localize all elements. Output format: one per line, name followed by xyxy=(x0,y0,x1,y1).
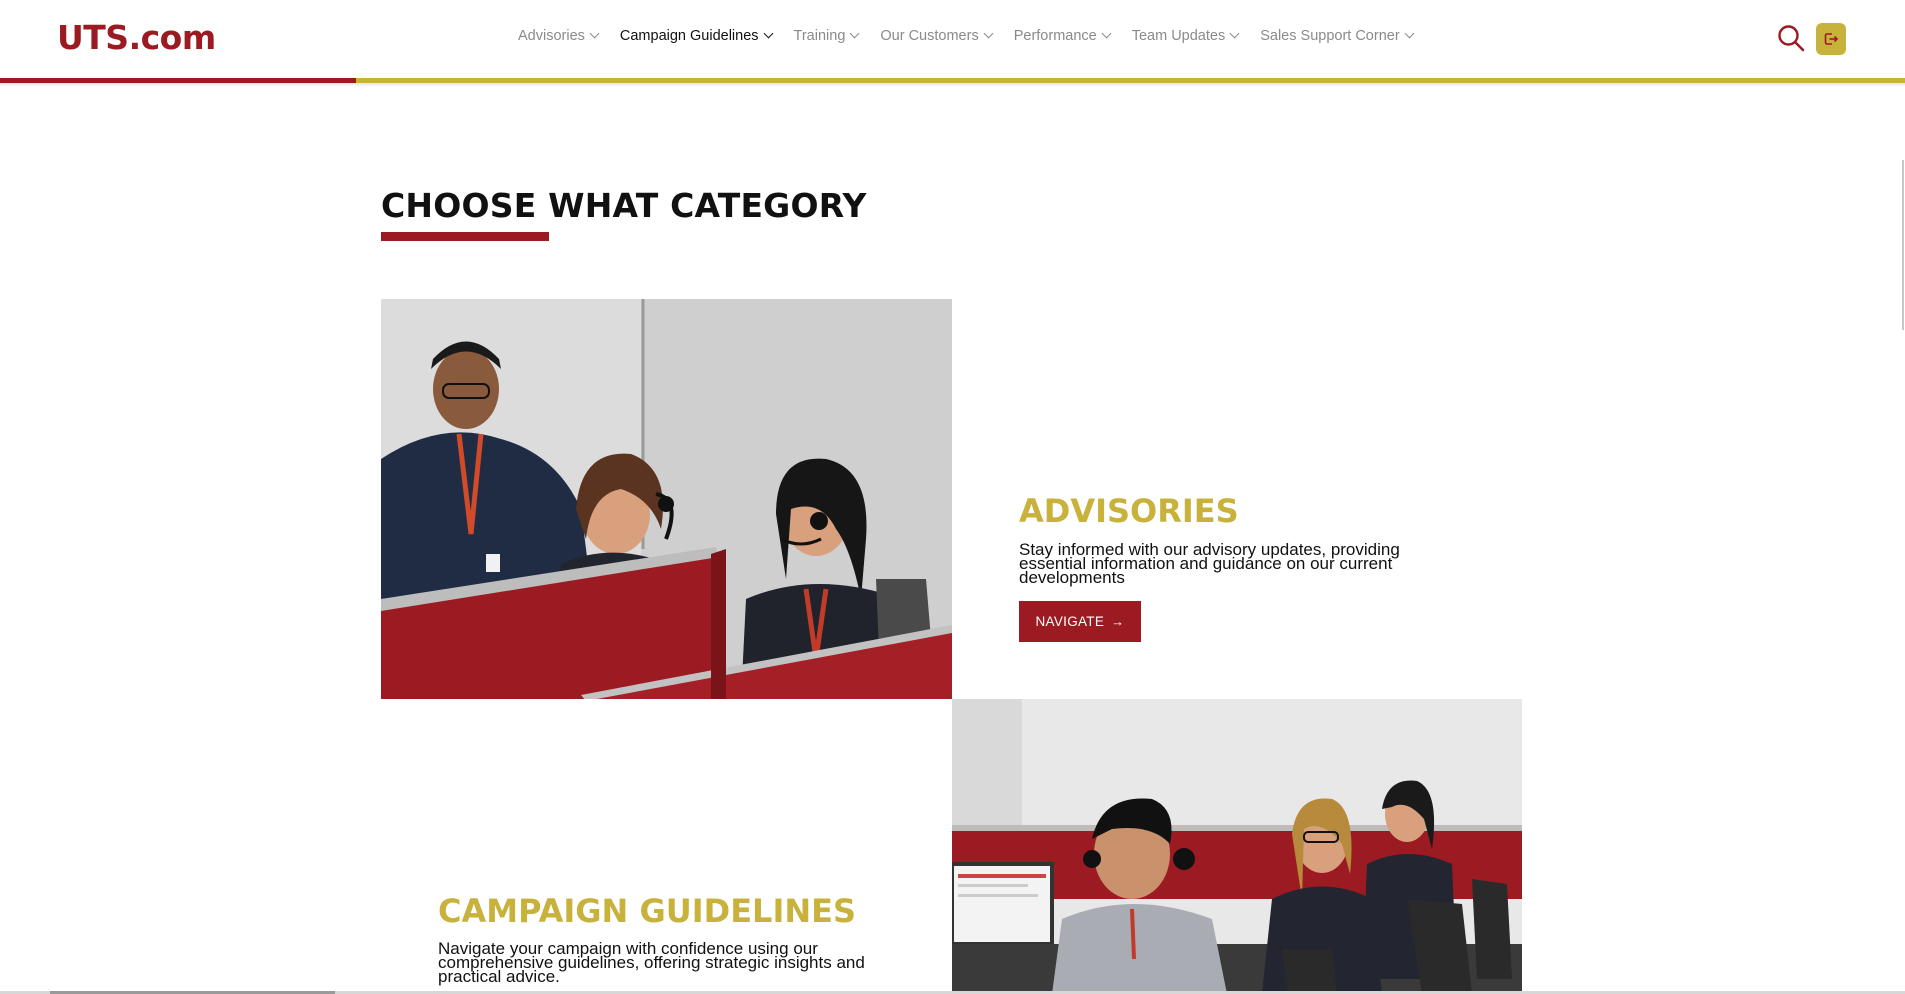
nav-item-team-updates[interactable]: Team Updates xyxy=(1131,28,1240,44)
nav-item-advisories[interactable]: Advisories xyxy=(518,28,600,44)
nav-item-sales-support-corner[interactable]: Sales Support Corner xyxy=(1260,28,1415,44)
nav-item-performance[interactable]: Performance xyxy=(1013,28,1112,44)
advisories-photo xyxy=(381,299,952,699)
nav-item-label: Sales Support Corner xyxy=(1260,28,1400,44)
nav-item-training[interactable]: Training xyxy=(793,28,860,44)
chevron-down-icon xyxy=(763,28,773,38)
nav-item-label: Training xyxy=(793,28,846,44)
nav-item-label: Advisories xyxy=(518,28,585,44)
scrollbar-edge[interactable] xyxy=(1902,160,1904,330)
campaign-guidelines-photo xyxy=(952,699,1522,994)
chevron-down-icon xyxy=(589,28,600,38)
arrow-right-icon: → xyxy=(1111,614,1125,629)
nav-item-campaign-guidelines[interactable]: Campaign Guidelines xyxy=(619,28,773,44)
advisories-photo-illustration xyxy=(381,299,952,699)
chevron-down-icon xyxy=(983,28,994,38)
advisories-description: Stay informed with our advisory updates,… xyxy=(1019,540,1400,587)
section-title: CHOOSE WHAT CATEGORY xyxy=(381,186,867,225)
nav-item-label: Campaign Guidelines xyxy=(619,28,759,44)
advisories-title: ADVISORIES xyxy=(1019,492,1239,530)
chevron-down-icon xyxy=(1404,28,1415,38)
logout-button[interactable] xyxy=(1816,23,1846,55)
campaign-guidelines-photo-illustration xyxy=(952,699,1522,994)
site-header: UTS.com Advisories Campaign Guidelines T… xyxy=(0,0,1905,78)
campaign-guidelines-title: CAMPAIGN GUIDELINES xyxy=(438,892,857,930)
logout-icon xyxy=(1824,33,1839,45)
navigate-button-label: NAVIGATE xyxy=(1035,614,1105,629)
advisories-navigate-button[interactable]: NAVIGATE → xyxy=(1019,601,1141,642)
search-button[interactable] xyxy=(1777,24,1805,52)
search-icon xyxy=(1778,25,1805,52)
main-nav: Advisories Campaign Guidelines Training … xyxy=(518,28,1435,44)
campaign-guidelines-description: Navigate your campaign with confidence u… xyxy=(438,939,865,986)
site-logo[interactable]: UTS.com xyxy=(57,18,216,57)
nav-item-label: Performance xyxy=(1013,28,1097,44)
section-title-underline xyxy=(381,232,549,241)
chevron-down-icon xyxy=(1101,28,1112,38)
nav-item-label: Our Customers xyxy=(880,28,979,44)
nav-item-label: Team Updates xyxy=(1131,28,1226,44)
header-shadow xyxy=(0,83,1905,87)
nav-item-our-customers[interactable]: Our Customers xyxy=(880,28,994,44)
chevron-down-icon xyxy=(1229,28,1240,38)
chevron-down-icon xyxy=(849,28,860,38)
